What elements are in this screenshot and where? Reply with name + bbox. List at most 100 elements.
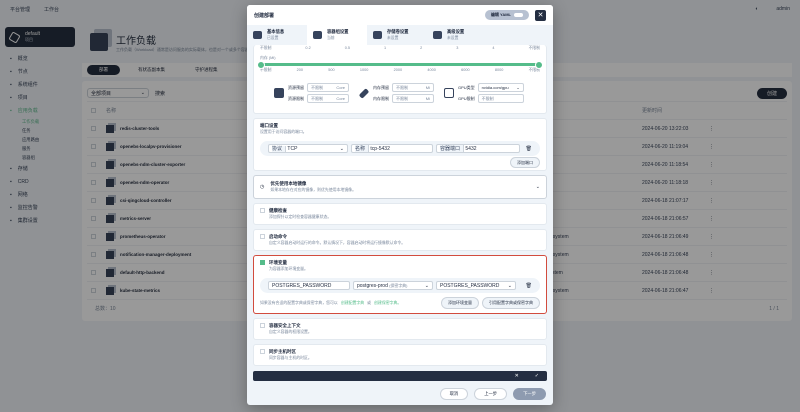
row-checkbox[interactable] xyxy=(91,144,96,149)
tab-label: 基本信息 xyxy=(267,29,285,34)
edit-yaml-label: 编辑 YAML xyxy=(490,12,511,17)
tick-label: 2000 xyxy=(393,68,403,72)
sidebar-item[interactable]: ▪ 监控告警 xyxy=(5,201,75,214)
tab-deployments[interactable]: 部署 xyxy=(87,65,120,75)
row-checkbox[interactable] xyxy=(91,252,96,257)
row-checkbox[interactable] xyxy=(91,234,96,239)
next-button[interactable]: 下一步 xyxy=(513,388,546,400)
user-menu[interactable]: admin xyxy=(776,6,790,12)
row-checkbox[interactable] xyxy=(91,162,96,167)
row-checkbox[interactable] xyxy=(91,180,96,185)
sidebar-item-label: 系统组件 xyxy=(17,82,38,88)
row-checkbox[interactable] xyxy=(91,270,96,275)
sidebar-item[interactable]: 应用路由 xyxy=(5,135,75,144)
cpu-request-input[interactable]: 不限制 Core xyxy=(307,83,349,92)
project-select[interactable]: 全部项目 ⌄ xyxy=(87,88,149,98)
workbench-link[interactable]: 工作台 xyxy=(44,6,59,13)
protocol-value: TCP xyxy=(287,146,298,152)
select-all-checkbox[interactable] xyxy=(91,108,96,113)
more-icon[interactable]: ⋮ xyxy=(709,270,714,276)
health-check-checkbox[interactable] xyxy=(260,208,265,214)
gpu-type-select[interactable]: nvidia.com/gpu ⌄ xyxy=(477,83,524,92)
create-secret-link[interactable]: 创建保密字典。 xyxy=(374,300,401,306)
trash-icon[interactable]: 🗑 xyxy=(526,146,532,152)
dialog-footer: 取消 上一步 下一步 xyxy=(247,383,553,405)
tab-daemonsets[interactable]: 守护进程集 xyxy=(183,65,230,75)
cancel-x-icon[interactable]: ✕ xyxy=(515,373,519,379)
cancel-button[interactable]: 取消 xyxy=(439,388,469,400)
sidebar-item[interactable]: ▪ 网络 xyxy=(5,188,75,201)
gpu-limit-input[interactable]: 不限制 xyxy=(477,94,524,103)
search-input[interactable]: 搜索 xyxy=(155,90,165,97)
create-button[interactable]: 创建 xyxy=(756,87,787,99)
tab-basic-info[interactable]: 基本信息 已设置 xyxy=(247,25,307,45)
close-icon[interactable]: ✕ xyxy=(535,9,546,21)
row-checkbox[interactable] xyxy=(91,126,96,131)
edit-yaml-toggle[interactable]: 编辑 YAML xyxy=(484,10,529,20)
env-ref-key-select[interactable]: POSTGRES_PASSWORD ⌄ xyxy=(436,281,516,290)
previous-button[interactable]: 上一步 xyxy=(474,388,508,400)
port-name-input[interactable]: 名称 tcp-5432 xyxy=(351,144,433,153)
col-updated[interactable]: 更新时间 xyxy=(642,107,662,114)
tab-container-settings[interactable]: 容器组设置 当前 xyxy=(307,25,367,45)
sidebar-item[interactable]: 服务 xyxy=(5,144,75,153)
sidebar-item[interactable]: ▪ 概览 xyxy=(5,52,75,65)
sidebar-item[interactable]: ▪ 集群设置 xyxy=(5,214,75,227)
create-configmap-link[interactable]: 创建配置字典 xyxy=(341,300,364,306)
more-icon[interactable]: ⋮ xyxy=(709,288,714,294)
more-icon[interactable]: ⋮ xyxy=(709,252,714,258)
sidebar-item[interactable]: ▪ 节点 xyxy=(5,65,75,78)
more-icon[interactable]: ⋮ xyxy=(709,198,714,204)
env-source-select[interactable]: postgres-prod (保密字典) ⌄ xyxy=(353,281,433,290)
memory-limit-input[interactable]: 不限制 Mi xyxy=(392,94,434,103)
sidebar-item-label: 存储 xyxy=(17,166,28,172)
workload-updated: 2024-06-20 11:19:04 xyxy=(642,143,689,150)
theme-icon[interactable]: ◐ xyxy=(755,6,758,12)
more-icon[interactable]: ⋮ xyxy=(709,216,714,222)
more-icon[interactable]: ⋮ xyxy=(709,144,714,150)
env-key-input[interactable]: POSTGRES_PASSWORD xyxy=(268,281,350,290)
pagination[interactable]: 1 / 1 xyxy=(769,306,779,312)
tab-advanced-settings[interactable]: 高级设置 未设置 xyxy=(427,25,487,45)
protocol-select[interactable]: 协议 TCP ⌄ xyxy=(268,144,348,153)
container-port-input[interactable]: 容器端口 5432 xyxy=(436,144,520,153)
trash-icon[interactable]: 🗑 xyxy=(526,283,532,289)
local-image-section[interactable]: ◷ 优先使用本地镜像 如果本地存在对应的镜像，则优先使用本地镜像。 ⌄ xyxy=(253,175,547,199)
sidebar-item[interactable]: ▪ 项目 xyxy=(5,91,75,104)
unit: Core xyxy=(336,85,345,90)
more-icon[interactable]: ⋮ xyxy=(709,180,714,186)
sidebar-item[interactable]: ▪ CRD xyxy=(5,175,75,188)
sidebar-item[interactable]: 容器组 xyxy=(5,153,75,162)
security-context-checkbox[interactable] xyxy=(260,323,265,329)
reference-configmap-secret-button[interactable]: 引用配置字典或保密字典 xyxy=(482,297,540,309)
sidebar-item[interactable]: ▪ 存储 xyxy=(5,162,75,175)
add-env-var-button[interactable]: 添加环境变量 xyxy=(441,297,479,309)
ports-desc: 设置用于访问容器的端口。 xyxy=(260,129,307,134)
sidebar-item[interactable]: ▪ 系统组件 xyxy=(5,78,75,91)
add-port-button[interactable]: 添加端口 xyxy=(510,157,540,168)
env-ref-key-value: POSTGRES_PASSWORD xyxy=(440,282,500,289)
more-icon[interactable]: ⋮ xyxy=(709,162,714,168)
sync-timezone-checkbox[interactable] xyxy=(260,349,265,355)
confirm-check-icon[interactable]: ✓ xyxy=(535,373,539,379)
sidebar-item[interactable]: ▪ 应用负载 xyxy=(5,104,75,117)
sidebar-item[interactable]: 工作负载 xyxy=(5,117,75,126)
sidebar-item[interactable]: 任务 xyxy=(5,126,75,135)
more-icon[interactable]: ⋮ xyxy=(709,234,714,240)
workspace-card[interactable]: default 项目 xyxy=(5,27,75,47)
more-icon[interactable]: ⋮ xyxy=(709,126,714,132)
sync-timezone-title: 同步主机时区 xyxy=(269,349,296,354)
tab-statefulsets[interactable]: 有状态副本集 xyxy=(126,65,177,75)
tick-label: 1 xyxy=(384,46,387,50)
start-command-checkbox[interactable] xyxy=(260,234,265,240)
memory-slider[interactable] xyxy=(257,61,543,69)
row-checkbox[interactable] xyxy=(91,198,96,203)
row-checkbox[interactable] xyxy=(91,288,96,293)
cpu-limit-input[interactable]: 不限制 Core xyxy=(307,94,349,103)
platform-link[interactable]: 平台管理 xyxy=(10,6,30,13)
row-checkbox[interactable] xyxy=(91,216,96,221)
tick-label: 0.2 xyxy=(305,46,311,50)
tab-volume-settings[interactable]: 存储卷设置 未设置 xyxy=(367,25,427,45)
memory-request-input[interactable]: 不限制 Mi xyxy=(392,83,434,92)
env-vars-checkbox[interactable] xyxy=(260,260,265,266)
